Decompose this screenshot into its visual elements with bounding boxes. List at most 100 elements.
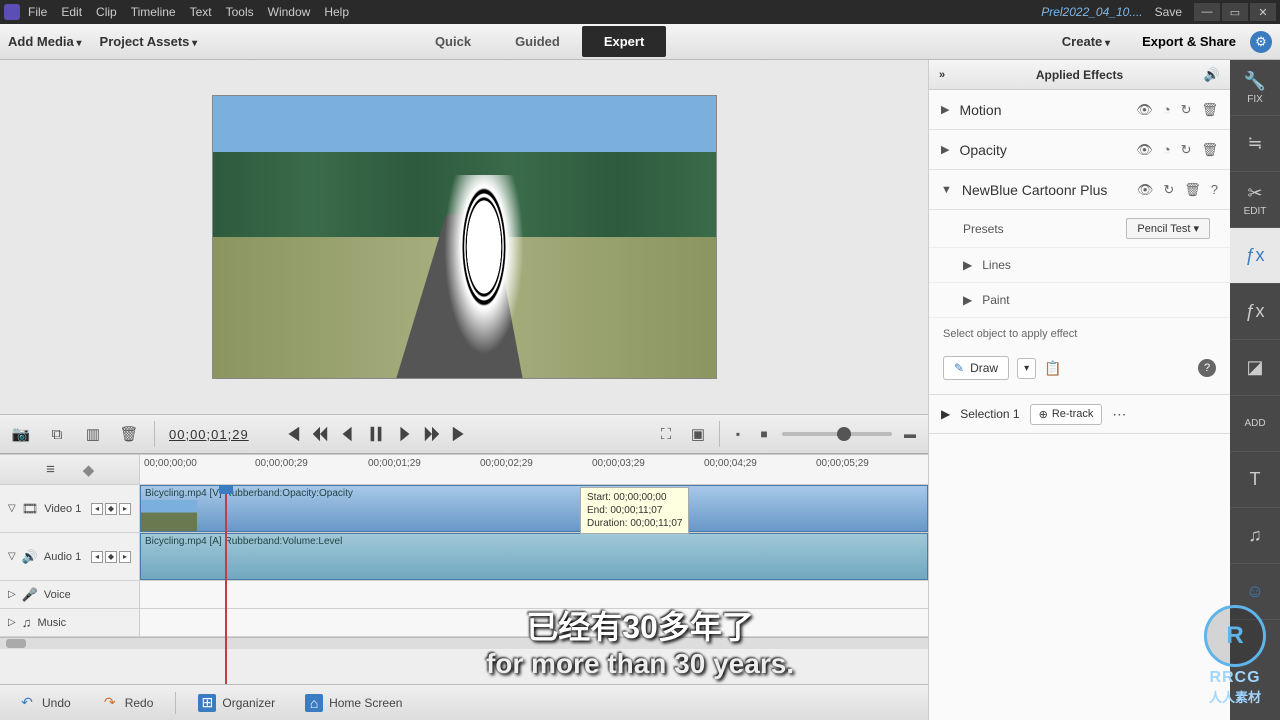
- save-button[interactable]: Save: [1155, 5, 1182, 19]
- chevron-right-icon[interactable]: ▶: [963, 258, 972, 272]
- tab-transitions[interactable]: ◪: [1230, 340, 1280, 396]
- safe-margins-icon[interactable]: ▣: [687, 423, 709, 445]
- zoom-full-icon[interactable]: ▬: [902, 427, 918, 441]
- panel-audio-icon[interactable]: 🔊: [1204, 67, 1220, 83]
- goto-start-icon[interactable]: [283, 425, 301, 443]
- expand-track-icon[interactable]: ▷: [8, 589, 16, 600]
- selection-1-row[interactable]: ▶ Selection 1 ⊕Re-track ⋯: [929, 394, 1230, 434]
- time-ruler[interactable]: 00;00;00;00 00;00;00;29 00;00;01;29 00;0…: [140, 455, 928, 484]
- tab-add[interactable]: ADD: [1230, 396, 1280, 452]
- clipboard-icon[interactable]: 📋: [1044, 360, 1061, 377]
- chevron-right-icon[interactable]: ▶: [941, 103, 949, 116]
- menu-window[interactable]: Window: [268, 5, 311, 19]
- preset-dropdown[interactable]: Pencil Test ▾: [1126, 218, 1210, 239]
- tab-music[interactable]: ♫: [1230, 508, 1280, 564]
- zoom-slider[interactable]: [782, 432, 892, 436]
- export-share-button[interactable]: Export & Share: [1142, 34, 1236, 49]
- zoom-out-icon[interactable]: ▪: [730, 427, 746, 441]
- effect-motion[interactable]: ▶ Motion 👁 ◔ ↻ 🗑: [929, 90, 1230, 130]
- effect-newblue-cartoonr[interactable]: ▼ NewBlue Cartoonr Plus 👁 ↻ 🗑 ?: [929, 170, 1230, 210]
- chevron-right-icon[interactable]: ▶: [941, 143, 949, 156]
- tab-adjust[interactable]: ≒: [1230, 116, 1280, 172]
- render-icon[interactable]: ◆: [78, 459, 100, 481]
- stopwatch-icon[interactable]: ◔: [1163, 102, 1171, 118]
- timeline-options-icon[interactable]: ≡: [40, 459, 62, 481]
- reset-icon[interactable]: ↻: [1181, 102, 1192, 118]
- menu-text[interactable]: Text: [190, 5, 212, 19]
- mode-quick[interactable]: Quick: [413, 26, 493, 57]
- trash-icon[interactable]: 🗑: [118, 423, 140, 445]
- reset-icon[interactable]: ↻: [1181, 142, 1192, 158]
- draw-options-dropdown[interactable]: ▾: [1017, 358, 1036, 379]
- redo-button[interactable]: ↷Redo: [93, 690, 162, 716]
- collapse-track-icon[interactable]: ▽: [8, 503, 16, 514]
- chevron-down-icon[interactable]: ▼: [941, 184, 952, 196]
- freeze-frame-icon[interactable]: ⧉: [46, 423, 68, 445]
- close-button[interactable]: ✕: [1250, 3, 1276, 21]
- tab-effects[interactable]: ƒx: [1230, 228, 1280, 284]
- eye-icon[interactable]: 👁: [1136, 102, 1153, 118]
- menu-file[interactable]: File: [28, 5, 47, 19]
- prev-keyframe-icon[interactable]: ◂: [91, 551, 103, 563]
- create-dropdown[interactable]: Create: [1062, 34, 1110, 49]
- tab-graphics[interactable]: ☺: [1230, 564, 1280, 620]
- retrack-button[interactable]: ⊕Re-track: [1030, 404, 1103, 425]
- tab-fix[interactable]: 🔧FIX: [1230, 60, 1280, 116]
- home-screen-button[interactable]: ⌂Home Screen: [297, 690, 410, 716]
- expand-track-icon[interactable]: ▷: [8, 617, 16, 628]
- chevron-right-icon[interactable]: ▶: [963, 293, 972, 307]
- undo-button[interactable]: ↶Undo: [10, 690, 79, 716]
- menu-help[interactable]: Help: [324, 5, 349, 19]
- tab-edit[interactable]: ✂EDIT: [1230, 172, 1280, 228]
- delete-effect-icon[interactable]: 🗑: [1184, 182, 1201, 198]
- help-effect-icon[interactable]: ?: [1211, 182, 1218, 198]
- markers-icon[interactable]: ▥: [82, 423, 104, 445]
- step-forward-icon[interactable]: [395, 425, 413, 443]
- next-keyframe-icon[interactable]: ▸: [119, 503, 131, 515]
- project-assets-dropdown[interactable]: Project Assets: [100, 34, 198, 49]
- reset-icon[interactable]: ↻: [1163, 182, 1174, 198]
- playhead[interactable]: [225, 485, 227, 684]
- organizer-button[interactable]: ⊞Organizer: [190, 690, 283, 716]
- effect-lines-row[interactable]: ▶ Lines: [929, 248, 1230, 283]
- mode-expert[interactable]: Expert: [582, 26, 666, 57]
- draw-button[interactable]: ✎Draw: [943, 356, 1009, 380]
- menu-edit[interactable]: Edit: [61, 5, 82, 19]
- eye-icon[interactable]: 👁: [1137, 182, 1154, 198]
- camera-icon[interactable]: 📷: [10, 423, 32, 445]
- collapse-panel-icon[interactable]: »: [939, 69, 945, 81]
- video-clip[interactable]: Bicycling.mp4 [V] Rubberband:Opacity:Opa…: [140, 485, 928, 532]
- fullscreen-icon[interactable]: ⛶: [655, 423, 677, 445]
- goto-end-icon[interactable]: [451, 425, 469, 443]
- menu-tools[interactable]: Tools: [226, 5, 254, 19]
- settings-gear-icon[interactable]: ⚙: [1250, 31, 1272, 53]
- more-options-icon[interactable]: ⋯: [1112, 406, 1126, 423]
- next-keyframe-icon[interactable]: ▸: [119, 551, 131, 563]
- maximize-button[interactable]: ▭: [1222, 3, 1248, 21]
- effect-opacity[interactable]: ▶ Opacity 👁 ◔ ↻ 🗑: [929, 130, 1230, 170]
- collapse-track-icon[interactable]: ▽: [8, 551, 16, 562]
- pause-icon[interactable]: [367, 425, 385, 443]
- help-icon[interactable]: ?: [1198, 359, 1216, 377]
- menu-timeline[interactable]: Timeline: [131, 5, 176, 19]
- minimize-button[interactable]: —: [1194, 3, 1220, 21]
- stopwatch-icon[interactable]: ◔: [1163, 142, 1171, 158]
- fast-forward-icon[interactable]: [423, 425, 441, 443]
- menu-clip[interactable]: Clip: [96, 5, 117, 19]
- delete-effect-icon[interactable]: 🗑: [1201, 102, 1218, 118]
- add-media-dropdown[interactable]: Add Media: [8, 34, 82, 49]
- rewind-icon[interactable]: [311, 425, 329, 443]
- delete-effect-icon[interactable]: 🗑: [1201, 142, 1218, 158]
- eye-icon[interactable]: 👁: [1136, 142, 1153, 158]
- timecode-display[interactable]: 00;00;01;29: [169, 427, 249, 442]
- tab-titles[interactable]: T: [1230, 452, 1280, 508]
- step-back-icon[interactable]: [339, 425, 357, 443]
- effect-paint-row[interactable]: ▶ Paint: [929, 283, 1230, 318]
- mode-guided[interactable]: Guided: [493, 26, 582, 57]
- timeline-scrollbar[interactable]: [0, 637, 928, 649]
- add-keyframe-icon[interactable]: ◆: [105, 503, 117, 515]
- tab-fx[interactable]: ƒx: [1230, 284, 1280, 340]
- audio-clip[interactable]: Bicycling.mp4 [A] Rubberband:Volume:Leve…: [140, 533, 928, 580]
- zoom-mid-icon[interactable]: ■: [756, 427, 772, 441]
- prev-keyframe-icon[interactable]: ◂: [91, 503, 103, 515]
